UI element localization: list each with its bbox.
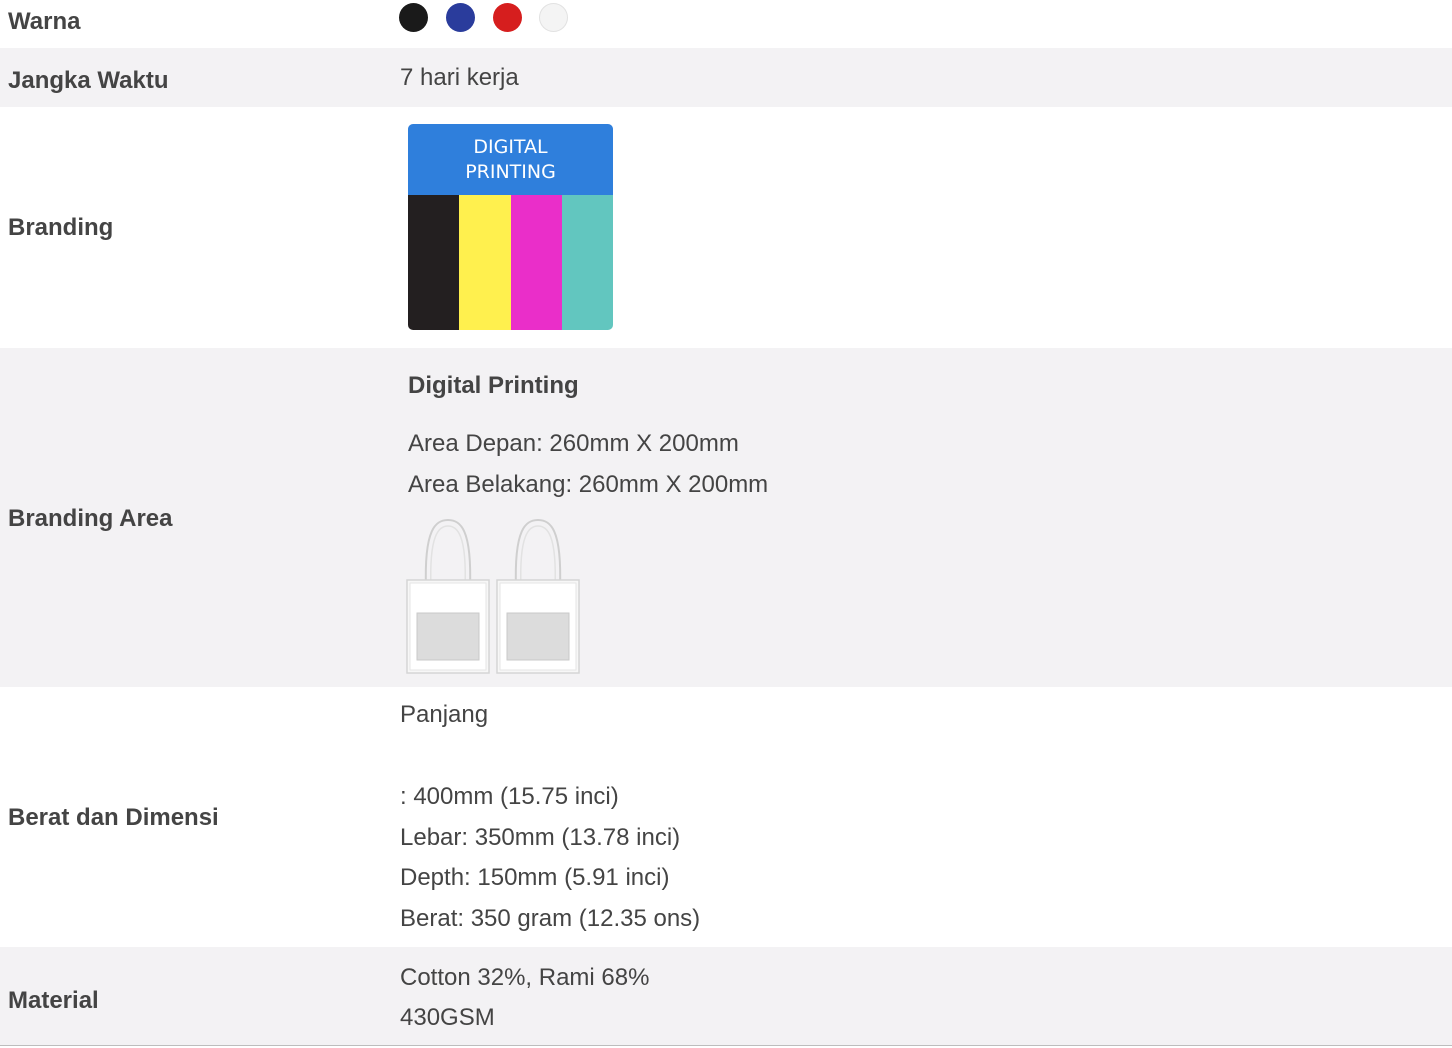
color-swatch-red[interactable] [493,3,522,32]
badge-bar-yellow [459,195,511,330]
lead-time-label: Jangka Waktu [8,67,169,94]
material-label: Material [8,987,99,1014]
color-swatch-white[interactable] [539,3,568,32]
row-lead-time: Jangka Waktu 7 hari kerja [0,48,1452,107]
bag-front-illustration [406,518,490,674]
colors-label: Warna [8,8,81,35]
row-colors: Warna [0,0,1452,48]
row-dimensions: Berat dan Dimensi Panjang : 400mm (15.75… [0,687,1452,947]
digital-printing-badge: DIGITAL PRINTING [408,124,613,330]
color-swatch-black[interactable] [399,3,428,32]
material-weight: 430GSM [400,1004,495,1031]
dimension-weight: Berat: 350 gram (12.35 ons) [400,905,701,932]
branding-label: Branding [8,214,114,241]
branding-method: Digital Printing [408,372,579,399]
color-swatch-blue[interactable] [446,3,475,32]
dimension-depth: Depth: 150mm (5.91 inci) [400,864,670,891]
row-branding: Branding [0,107,1452,348]
badge-bar-black [408,195,460,330]
dimension-length-value: : 400mm (15.75 inci) [400,783,619,810]
badge-bar-magenta [510,195,562,330]
badge-color-bars [408,195,613,330]
branding-area-back: Area Belakang: 260mm X 200mm [408,471,769,498]
lead-time-value: 7 hari kerja [400,64,519,91]
dimensions-label: Berat dan Dimensi [8,804,219,831]
badge-bar-cyan [561,195,613,330]
badge-title-line2: PRINTING [465,161,556,183]
material-composition: Cotton 32%, Rami 68% [400,964,650,991]
badge-header: DIGITAL PRINTING [408,124,613,195]
badge-title-line1: DIGITAL [473,136,548,158]
branding-area-front: Area Depan: 260mm X 200mm [408,430,739,457]
branding-area-label: Branding Area [8,505,173,532]
dimension-length-label: Panjang [400,701,489,728]
bag-back-illustration [496,518,580,674]
row-material: Material Cotton 32%, Rami 68% 430GSM [0,947,1452,1046]
dimension-width: Lebar: 350mm (13.78 inci) [400,824,681,851]
row-branding-area: Branding Area Digital Printing Area Depa… [0,348,1452,687]
